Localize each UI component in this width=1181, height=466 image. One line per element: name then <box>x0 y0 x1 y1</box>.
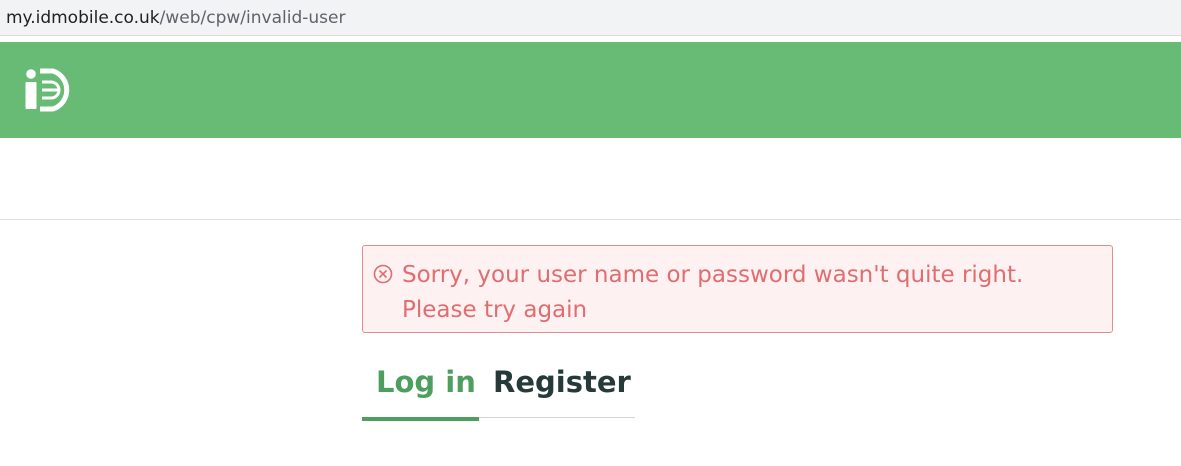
tab-register[interactable]: Register <box>479 360 635 420</box>
url-host: my.idmobile.co.uk <box>6 8 160 28</box>
address-bar[interactable]: my.idmobile.co.uk/web/cpw/invalid-user <box>0 0 1181 36</box>
tab-log-in-label: Log in <box>376 365 476 399</box>
error-alert: Sorry, your user name or password wasn't… <box>362 245 1113 333</box>
active-tab-indicator <box>362 417 479 421</box>
id-mobile-logo-icon[interactable] <box>22 67 80 113</box>
url-path: /web/cpw/invalid-user <box>159 8 346 28</box>
error-circle-x-icon <box>373 264 393 284</box>
url-field[interactable]: my.idmobile.co.uk/web/cpw/invalid-user <box>6 8 345 28</box>
header-divider <box>0 219 1181 220</box>
tab-register-label: Register <box>493 365 631 399</box>
error-message-line-2: Please try again <box>402 297 588 323</box>
error-message: Sorry, your user name or password wasn't… <box>402 258 1102 328</box>
tab-log-in[interactable]: Log in <box>362 360 479 420</box>
auth-tabs: Log in Register <box>362 360 635 422</box>
site-header <box>0 42 1181 138</box>
error-message-line-1: Sorry, your user name or password wasn't… <box>402 262 1024 288</box>
